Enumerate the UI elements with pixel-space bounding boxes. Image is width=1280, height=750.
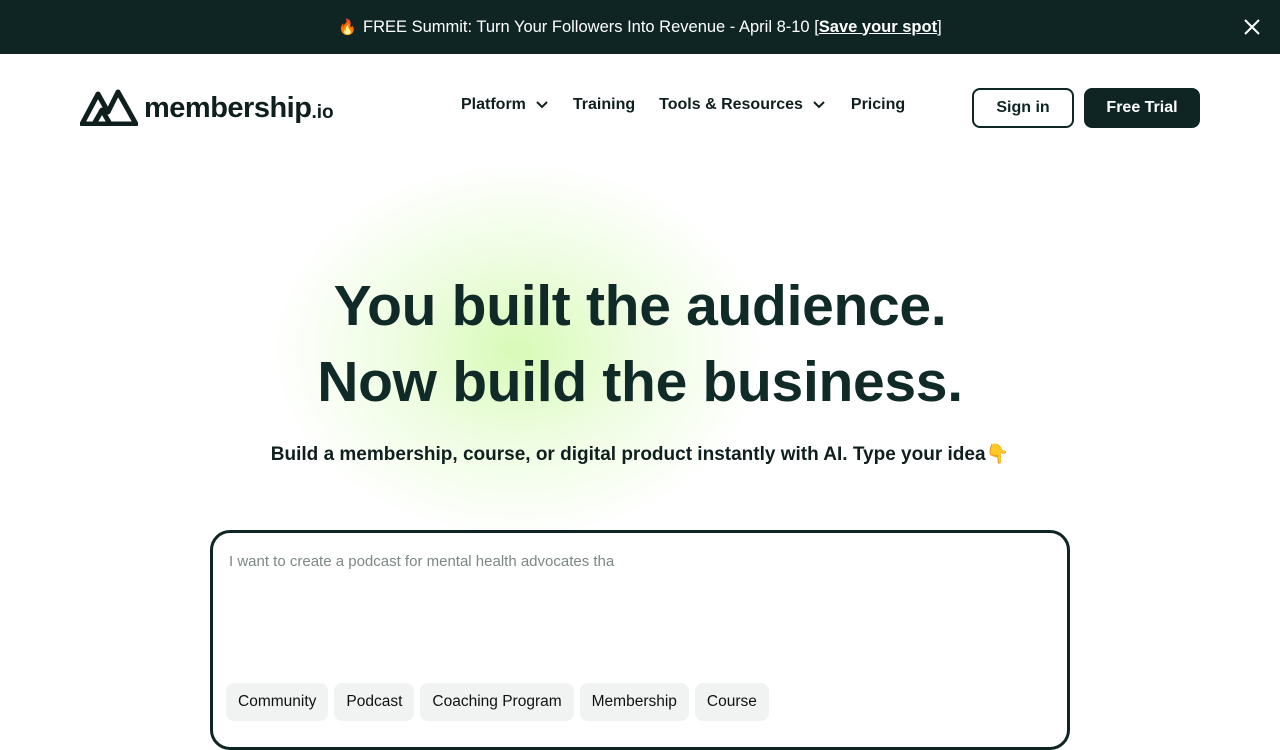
banner-link-bracket-open: [ xyxy=(814,17,819,36)
chevron-down-icon xyxy=(813,101,825,109)
chip-course[interactable]: Course xyxy=(694,683,769,721)
nav-item-platform[interactable]: Platform xyxy=(461,96,548,114)
nav-item-label: Training xyxy=(572,96,636,113)
idea-chips: Community Podcast Coaching Program Membe… xyxy=(226,683,775,721)
nav-item-label: Pricing xyxy=(850,96,906,113)
idea-prompt-box: Community Podcast Coaching Program Membe… xyxy=(210,530,1070,750)
announcement-banner: 🔥 FREE Summit: Turn Your Followers Into … xyxy=(0,0,1280,54)
nav-menu: Platform Training Tools & Resources Pric… xyxy=(461,96,905,114)
nav-item-tools-resources[interactable]: Tools & Resources xyxy=(659,96,825,114)
chevron-down-icon xyxy=(536,101,548,109)
idea-input[interactable] xyxy=(229,553,1049,653)
chip-membership[interactable]: Membership xyxy=(579,683,689,721)
logo[interactable]: membership .io xyxy=(79,86,334,131)
hero-title-line-2: Now build the business. xyxy=(317,350,963,414)
hero-subtitle: Build a membership, course, or digital p… xyxy=(0,442,1280,466)
nav-item-pricing[interactable]: Pricing xyxy=(851,96,905,114)
fire-icon: 🔥 xyxy=(338,19,357,36)
close-icon[interactable] xyxy=(1242,17,1262,37)
save-spot-link[interactable]: Save your spot xyxy=(819,18,937,37)
nav-item-label: Tools & Resources xyxy=(659,96,803,113)
free-trial-button[interactable]: Free Trial xyxy=(1084,88,1200,128)
logo-mountain-icon xyxy=(79,86,139,131)
logo-wordmark: membership xyxy=(144,91,312,124)
sign-in-button[interactable]: Sign in xyxy=(972,88,1074,128)
banner-text: FREE Summit: Turn Your Followers Into Re… xyxy=(362,17,810,36)
hero-subtitle-text: Build a membership, course, or digital p… xyxy=(270,444,986,465)
chip-podcast[interactable]: Podcast xyxy=(334,683,415,721)
hero-title: You built the audience. Now build the bu… xyxy=(0,268,1280,420)
main-nav: membership .io Platform Training Tools &… xyxy=(0,54,1280,162)
chip-community[interactable]: Community xyxy=(226,683,329,721)
pointing-down-icon: 👇 xyxy=(985,444,1010,465)
nav-item-training[interactable]: Training xyxy=(573,96,635,114)
nav-item-label: Platform xyxy=(461,96,526,113)
hero-title-line-1: You built the audience. xyxy=(333,274,947,338)
banner-link-bracket-close: ] xyxy=(937,17,942,36)
logo-tld: .io xyxy=(311,102,334,123)
chip-coaching-program[interactable]: Coaching Program xyxy=(420,683,574,721)
